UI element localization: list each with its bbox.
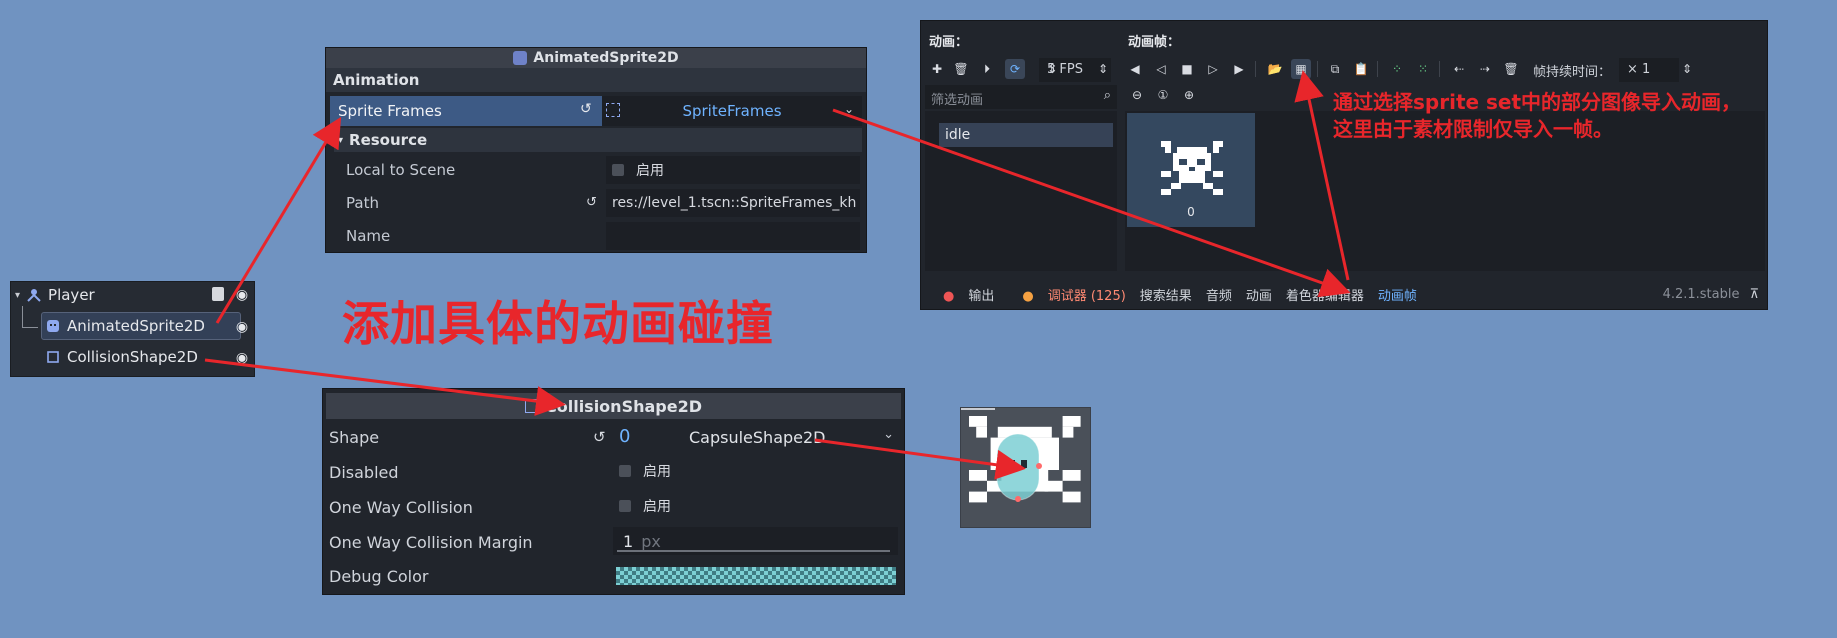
annotation-arrows (204, 70, 1351, 480)
arrow-to-collision-inspector (204, 358, 566, 416)
arrow-to-sprite-sheet-button (1294, 70, 1350, 281)
arrow-to-sprite-frames (215, 116, 342, 324)
arrow-to-frames-tab (832, 108, 1351, 298)
arrow-to-capsule-preview (814, 438, 1026, 480)
